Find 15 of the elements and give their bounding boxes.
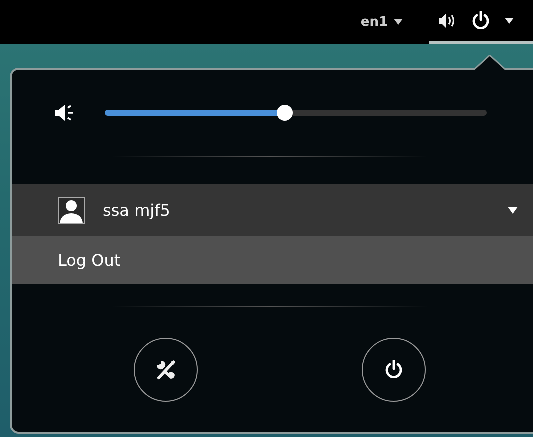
avatar-icon [58,196,85,224]
log-out-item[interactable]: Log Out [12,236,533,284]
settings-button[interactable] [134,338,198,402]
speaker-icon [439,14,457,28]
caret-icon [394,19,403,25]
caret-icon [505,18,514,24]
caret-icon [508,206,518,214]
volume-slider[interactable] [105,105,487,121]
power-icon [471,10,491,30]
keyboard-layout-button[interactable]: en1 [360,7,403,37]
power-icon [384,360,404,380]
user-menu-item[interactable]: ssa mjf5 [12,184,533,236]
power-off-button[interactable] [362,338,426,402]
tools-icon [155,359,177,381]
slider-thumb[interactable] [276,105,293,121]
